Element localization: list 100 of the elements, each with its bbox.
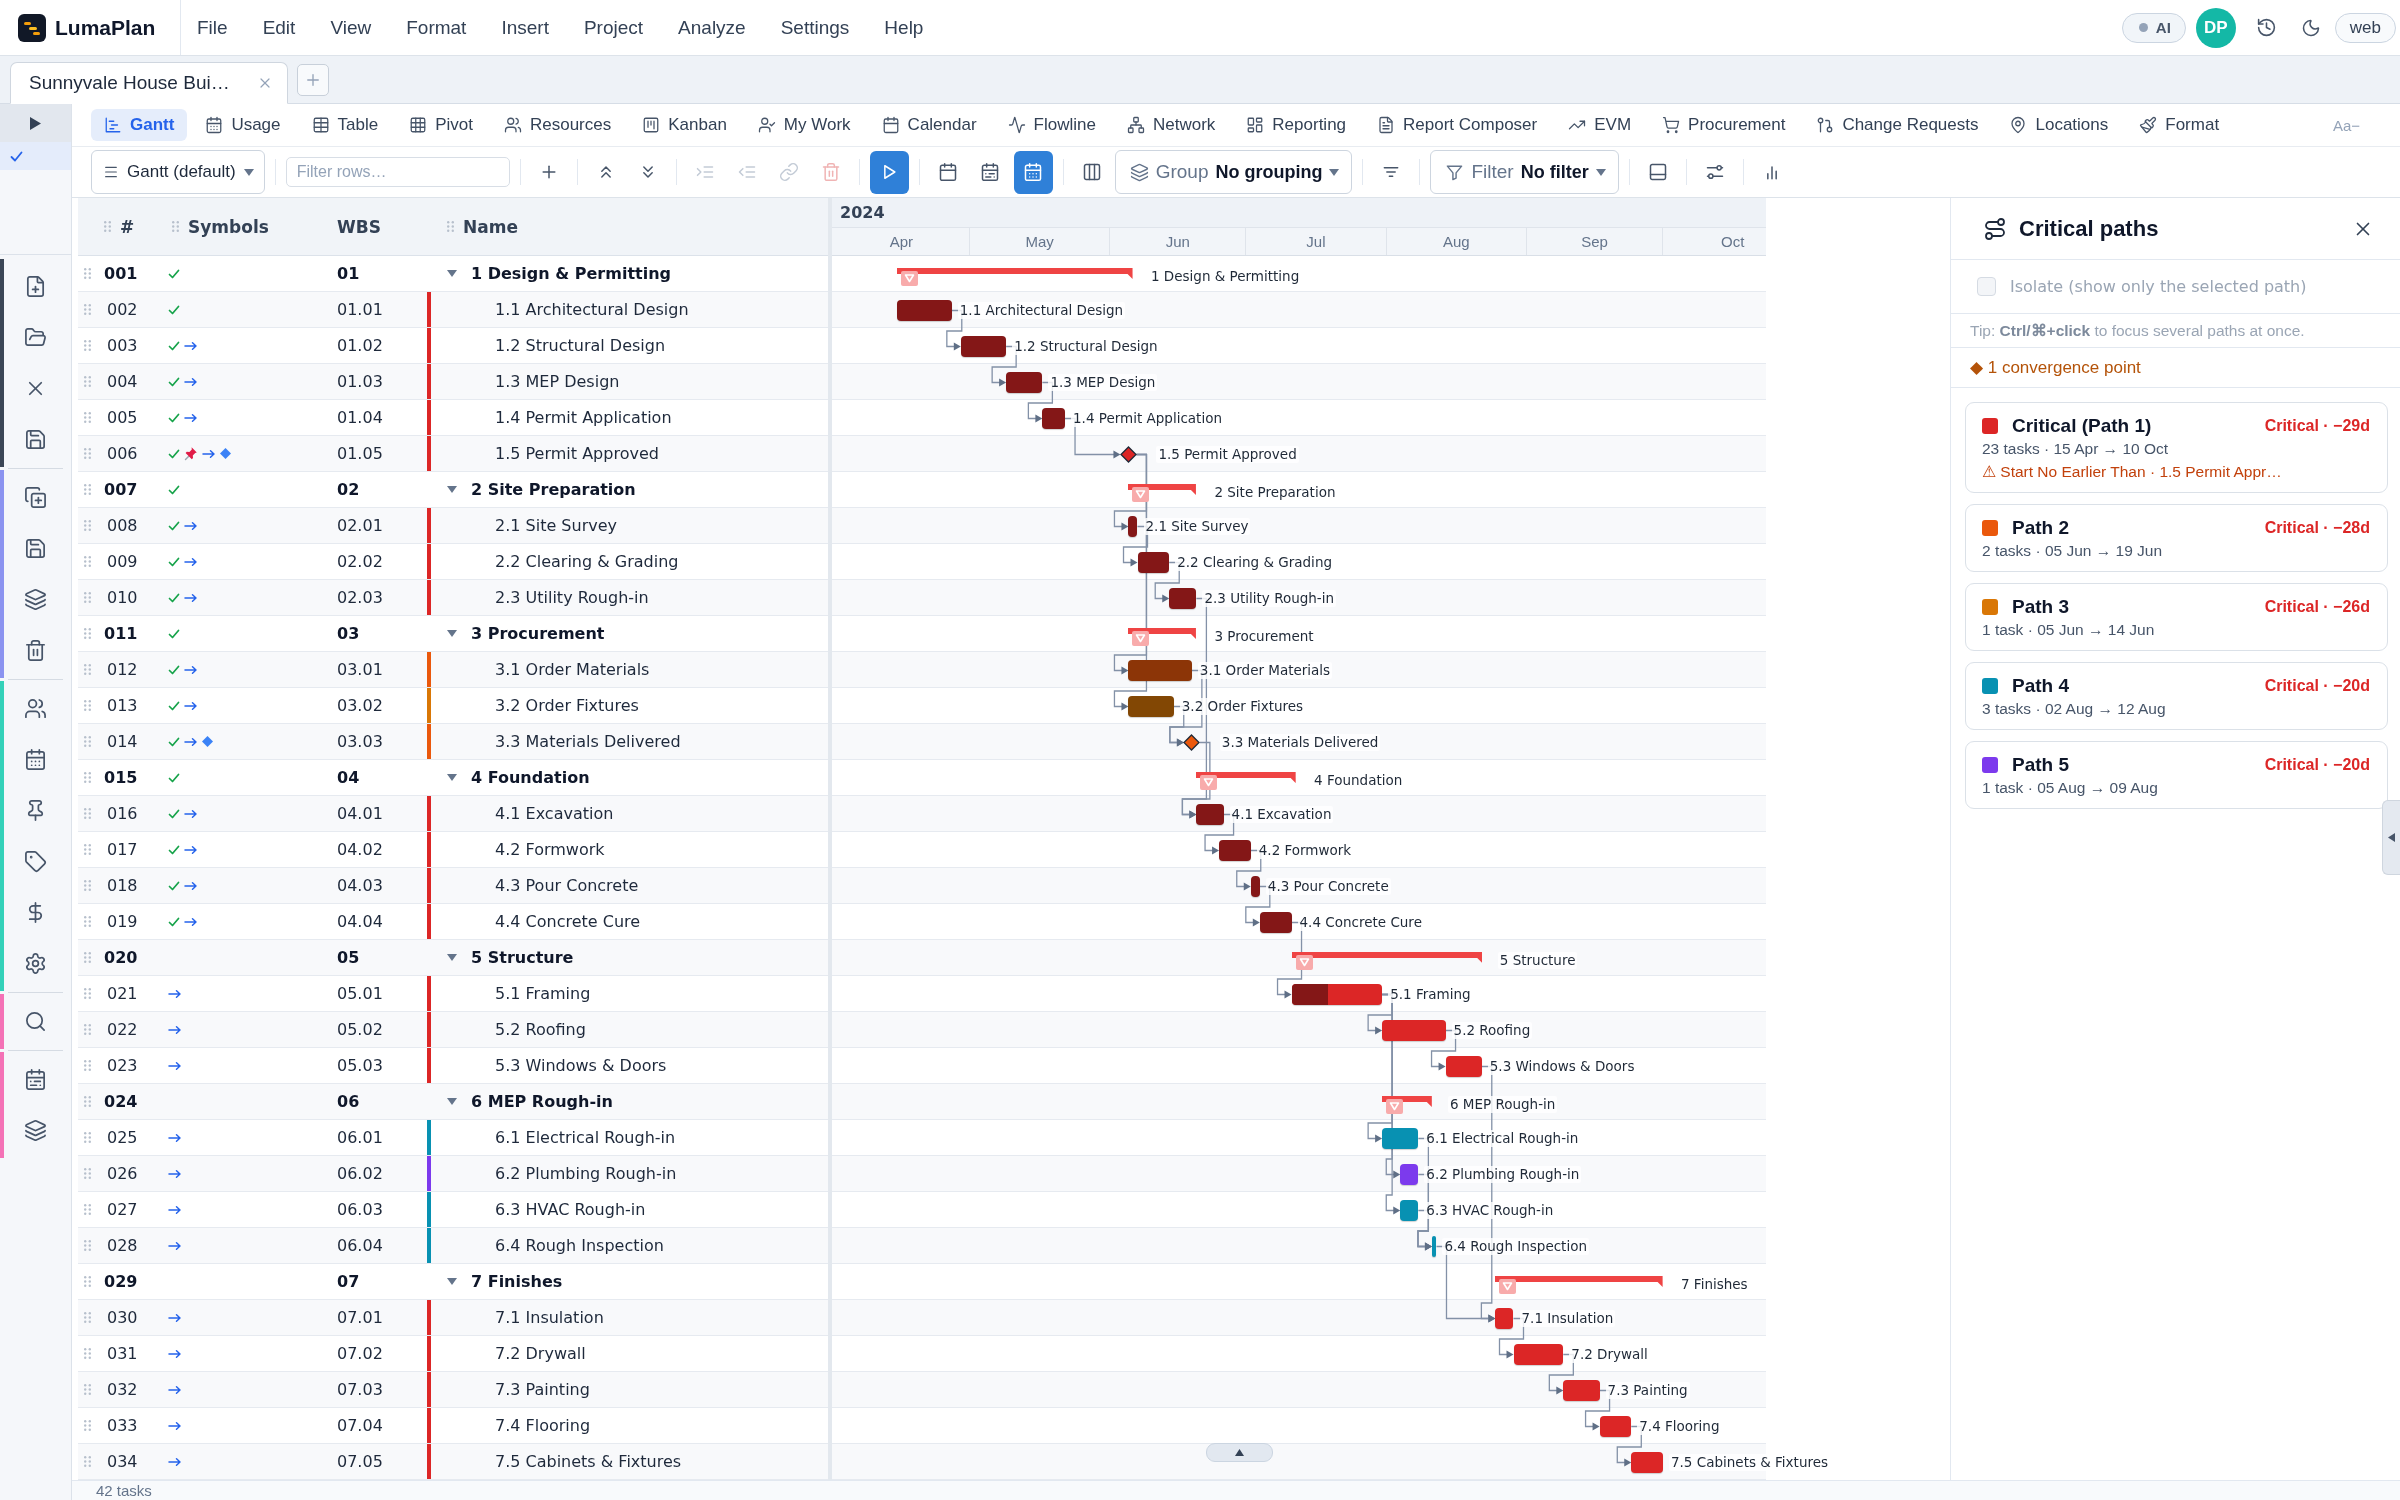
path-card[interactable]: Path 5 Critical · −20d 1 task · 05 Aug → 09 Aug [1965,741,2388,809]
table-row[interactable]: 021 05.01 5.1 Framing [78,976,828,1012]
task-bar[interactable] [1128,516,1138,537]
task-bar[interactable] [1400,1164,1419,1185]
table-row[interactable]: 030 07.01 7.1 Insulation [78,1300,828,1336]
view-tab[interactable]: Locations [1996,109,2122,141]
task-bar[interactable] [1137,552,1170,573]
menu-item[interactable]: View [330,16,372,39]
task-bar[interactable] [1291,984,1383,1005]
table-row[interactable]: 014 03.03 3.3 Materials Delivered [78,724,828,760]
column-header[interactable]: Name [463,216,518,237]
milestone-diamond[interactable] [1183,734,1201,751]
table-row[interactable]: 025 06.01 6.1 Electrical Rough-in [78,1120,828,1156]
calendar-icon[interactable] [24,748,47,771]
menu-item[interactable]: Help [884,16,924,39]
search-icon[interactable] [24,1010,47,1033]
table-row[interactable]: 031 07.02 7.2 Drywall [78,1336,828,1372]
environment-badge[interactable]: web [2334,12,2396,43]
view-select[interactable]: Gantt (default) [91,150,265,194]
milestone-diamond[interactable] [1119,446,1137,463]
tag-icon[interactable] [24,850,47,873]
table-row[interactable]: 005 01.04 1.4 Permit Application [78,400,828,436]
document-tab[interactable]: Sunnyvale House Bui… [10,62,288,104]
task-bar[interactable] [1445,1056,1482,1077]
filter-field[interactable]: Filter rows… [285,157,510,187]
view-tab[interactable]: Procurement [1649,109,1799,141]
task-bar[interactable] [1513,1344,1564,1365]
task-bar[interactable] [1259,912,1292,933]
table-row[interactable]: 033 07.04 7.4 Flooring [78,1408,828,1444]
menu-item[interactable]: File [197,16,228,39]
view-tab[interactable]: Usage [192,109,294,141]
calendar-icon[interactable] [24,1068,47,1091]
path-card[interactable]: Critical (Path 1) Critical · −29d 23 tasks · 15 Apr → 10 Oct ⚠ Start No Earlier Than · 1.5 Permit Appr… [1965,402,2388,493]
view-tab[interactable]: Kanban [629,109,740,141]
path-card[interactable]: Path 2 Critical · −28d 2 tasks · 05 Jun → 19 Jun [1965,504,2388,572]
menu-item[interactable]: Project [583,16,644,39]
table-row[interactable]: 024 06 6 MEP Rough-in [78,1084,828,1120]
save-icon[interactable] [24,537,47,560]
column-header[interactable]: # [120,216,135,237]
path-card[interactable]: Path 4 Critical · −20d 3 tasks · 02 Aug → 12 Aug [1965,662,2388,730]
group-select[interactable]: Group No grouping [1114,150,1353,194]
expand-button[interactable] [0,104,71,142]
view-tab[interactable]: Network [1113,109,1229,141]
task-bar[interactable] [1495,1308,1514,1329]
month-view-button[interactable] [1013,150,1053,194]
view-tab[interactable]: Resources [490,109,625,141]
summary-bar[interactable] [1495,1276,1663,1287]
table-row[interactable]: 016 04.01 4.1 Excavation [78,796,828,832]
menu-item[interactable]: Format [406,16,467,39]
layers-icon[interactable] [24,588,47,611]
table-row[interactable]: 018 04.03 4.3 Pour Concrete [78,868,828,904]
table-row[interactable]: 026 06.02 6.2 Plumbing Rough-in [78,1156,828,1192]
view-tab[interactable]: Flowline [994,109,1109,141]
save-icon[interactable] [24,428,47,451]
filter-select[interactable]: Filter No filter [1430,150,1619,194]
path-card[interactable]: Path 3 Critical · −26d 1 task · 05 Jun → 14 Jun [1965,583,2388,651]
task-bar[interactable] [1169,588,1197,609]
summary-bar[interactable] [897,268,1133,279]
menu-item[interactable]: Settings [780,16,850,39]
view-tab[interactable]: EVM [1555,109,1645,141]
table-row[interactable]: 009 02.02 2.2 Clearing & Grading [78,544,828,580]
task-bar[interactable] [1006,372,1043,393]
copy-plus-icon[interactable] [24,486,47,509]
table-row[interactable]: 002 01.01 1.1 Architectural Design [78,292,828,328]
summary-bar[interactable] [1291,952,1482,963]
table-row[interactable]: 008 02.01 2.1 Site Survey [78,508,828,544]
file-plus-icon[interactable] [24,275,47,298]
table-row[interactable]: 028 06.04 6.4 Rough Inspection [78,1228,828,1264]
view-tab[interactable]: Change Requests [1803,109,1992,141]
table-row[interactable]: 027 06.03 6.3 HVAC Rough-in [78,1192,828,1228]
table-row[interactable]: 023 05.03 5.3 Windows & Doors [78,1048,828,1084]
table-row[interactable]: 013 03.02 3.2 Order Fixtures [78,688,828,724]
layers-icon[interactable] [24,1119,47,1142]
table-row[interactable]: 022 05.02 5.2 Roofing [78,1012,828,1048]
view-tab[interactable]: Gantt [91,109,188,141]
table-row[interactable]: 004 01.03 1.3 MEP Design [78,364,828,400]
settings-icon[interactable] [24,952,47,975]
view-tab[interactable]: Pivot [396,109,486,141]
drawer-handle[interactable] [2382,800,2400,875]
view-tab[interactable]: Format [2126,109,2233,141]
task-bar[interactable] [1250,876,1260,897]
view-tab[interactable]: Table [298,109,392,141]
menu-item[interactable]: Insert [501,16,549,39]
users-icon[interactable] [24,697,47,720]
moon-icon[interactable] [2300,17,2321,38]
menu-item[interactable]: Analyze [678,16,746,39]
view-tab[interactable]: Report Composer [1364,109,1551,141]
table-row[interactable]: 020 05 5 Structure [78,940,828,976]
table-row[interactable]: 034 07.05 7.5 Cabinets & Fixtures [78,1444,828,1480]
task-bar[interactable] [960,336,1007,357]
column-header[interactable]: WBS [337,216,381,237]
table-row[interactable]: 010 02.03 2.3 Utility Rough-in [78,580,828,616]
task-bar[interactable] [1599,1416,1632,1437]
view-tab[interactable]: My Work [744,109,864,141]
table-row[interactable]: 012 03.01 3.1 Order Materials [78,652,828,688]
table-row[interactable]: 032 07.03 7.3 Painting [78,1372,828,1408]
menu-item[interactable]: Edit [262,16,296,39]
table-row[interactable]: 019 04.04 4.4 Concrete Cure [78,904,828,940]
run-button[interactable] [869,150,909,194]
table-row[interactable]: 006 01.05 1.5 Permit Approved [78,436,828,472]
